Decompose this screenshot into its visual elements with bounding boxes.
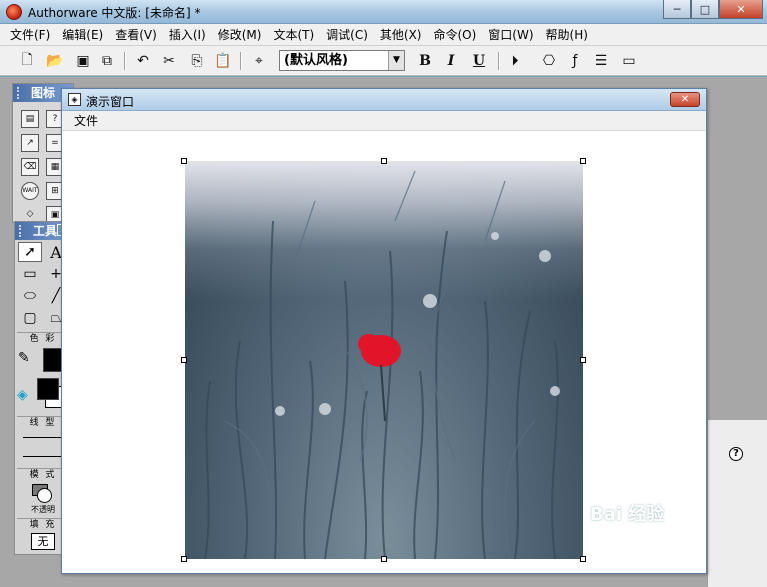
resize-handle-bottom-right[interactable] [580, 556, 586, 562]
toolbar-separator [240, 52, 242, 70]
copy-icon[interactable]: ⎘ [186, 51, 208, 71]
resize-handle-bottom-left[interactable] [181, 556, 187, 562]
menu-file[interactable]: 文件(F) [4, 24, 56, 46]
presentation-close-button[interactable]: ✕ [670, 92, 700, 107]
menu-bar: 文件(F) 编辑(E) 查看(V) 插入(I) 修改(M) 文本(T) 调试(C… [0, 24, 767, 46]
rounded-rectangle-tool-icon[interactable]: ▢ [18, 308, 42, 328]
toolbar-separator [124, 52, 126, 70]
paste-icon[interactable]: 📋 [212, 51, 234, 71]
function-icon[interactable]: ƒ [564, 51, 586, 71]
resize-handle-top[interactable] [381, 158, 387, 164]
italic-button[interactable]: I [440, 51, 462, 71]
variables-icon[interactable]: ☰ [590, 51, 612, 71]
icon-palette-title: 图标 [31, 86, 56, 100]
window-title: Authorware 中文版: [未命名] * [28, 6, 201, 20]
open-folder-icon[interactable]: 📂 [44, 51, 66, 71]
menu-other[interactable]: 其他(X) [374, 24, 428, 46]
tools-panel-title: 工具 [33, 224, 58, 238]
watermark-url: jingyan.baidu.com [600, 528, 693, 539]
menu-text[interactable]: 文本(T) [267, 24, 320, 46]
menu-debug[interactable]: 调试(C) [320, 24, 374, 46]
resize-handle-left[interactable] [181, 357, 187, 363]
help-icon[interactable]: ? [729, 447, 743, 461]
knowledge-objects-icon[interactable]: ▭ [618, 51, 640, 71]
pencil-icon: ✎ [18, 350, 30, 366]
paint-bucket-icon: ◈ [17, 387, 28, 403]
presentation-title: 演示窗口 [86, 95, 135, 109]
menu-command[interactable]: 命令(O) [427, 24, 482, 46]
display-icon[interactable]: ▤ [21, 110, 39, 128]
flower-field-photo[interactable] [185, 161, 583, 559]
mode-front-swatch[interactable] [37, 488, 52, 503]
presentation-menu-file[interactable]: 文件 [74, 114, 98, 128]
grip-icon[interactable] [17, 87, 23, 99]
erase-icon[interactable]: ⌫ [21, 158, 39, 176]
ellipse-tool-icon[interactable]: ⬭ [18, 286, 42, 306]
save-all-icon[interactable]: ▣ [72, 51, 94, 71]
menu-insert[interactable]: 插入(I) [163, 24, 212, 46]
resize-handle-bottom[interactable] [381, 556, 387, 562]
control-panel-icon[interactable]: ⎔ [538, 51, 560, 71]
presentation-menu-bar: 文件 [62, 111, 706, 131]
title-bar: Authorware 中文版: [未命名] * ─ □ ✕ [0, 0, 767, 24]
text-style-value: (默认风格) [284, 53, 348, 68]
resize-handle-top-left[interactable] [181, 158, 187, 164]
minimize-button[interactable]: ─ [663, 0, 691, 19]
properties-panel-strip [707, 420, 767, 587]
maximize-button[interactable]: □ [691, 0, 719, 19]
watermark-brand: Bai 经验 [590, 504, 665, 525]
red-poppy-flower [358, 334, 401, 367]
window-controls: ─ □ ✕ [663, 0, 763, 20]
new-file-icon[interactable]: 🗋 [16, 51, 38, 71]
arrow-style-sample[interactable] [23, 456, 63, 457]
presentation-title-bar[interactable]: ◈ 演示窗口 ✕ [62, 89, 706, 111]
menu-window[interactable]: 窗口(W) [482, 24, 539, 46]
close-button[interactable]: ✕ [719, 0, 763, 19]
resize-handle-right[interactable] [580, 357, 586, 363]
wait-icon[interactable]: WAIT [21, 182, 39, 200]
menu-help[interactable]: 帮助(H) [540, 24, 594, 46]
grip-icon[interactable] [19, 225, 25, 237]
motion-icon[interactable]: ↗ [21, 134, 39, 152]
fill-value[interactable]: 无 [31, 533, 55, 550]
import-icon[interactable]: ⧉ [96, 51, 118, 71]
text-style-dropdown[interactable]: (默认风格) ▼ [279, 50, 405, 71]
menu-modify[interactable]: 修改(M) [212, 24, 268, 46]
chevron-down-icon[interactable]: ▼ [388, 51, 404, 70]
line-style-sample[interactable] [23, 437, 63, 438]
toolbar-separator [498, 52, 500, 70]
foreground-color-swatch[interactable] [37, 378, 59, 400]
menu-edit[interactable]: 编辑(E) [56, 24, 109, 46]
pointer-tool-icon[interactable]: ➚ [18, 242, 42, 262]
resize-handle-top-right[interactable] [580, 158, 586, 164]
rectangle-tool-icon[interactable]: ▭ [18, 264, 42, 284]
undo-icon[interactable]: ↶ [132, 51, 154, 71]
bold-button[interactable]: B [414, 51, 436, 71]
cut-icon[interactable]: ✂ [158, 51, 180, 71]
grass-illustration [204, 170, 560, 559]
find-icon[interactable]: ⌖ [248, 51, 270, 71]
authorware-main-window: Authorware 中文版: [未命名] * ─ □ ✕ 文件(F) 编辑(E… [0, 0, 767, 587]
menu-view[interactable]: 查看(V) [109, 24, 163, 46]
app-logo-icon [6, 4, 22, 20]
presentation-window-icon: ◈ [68, 93, 81, 106]
restart-icon[interactable]: ⏵ [504, 51, 526, 71]
underline-button[interactable]: U [468, 51, 490, 71]
